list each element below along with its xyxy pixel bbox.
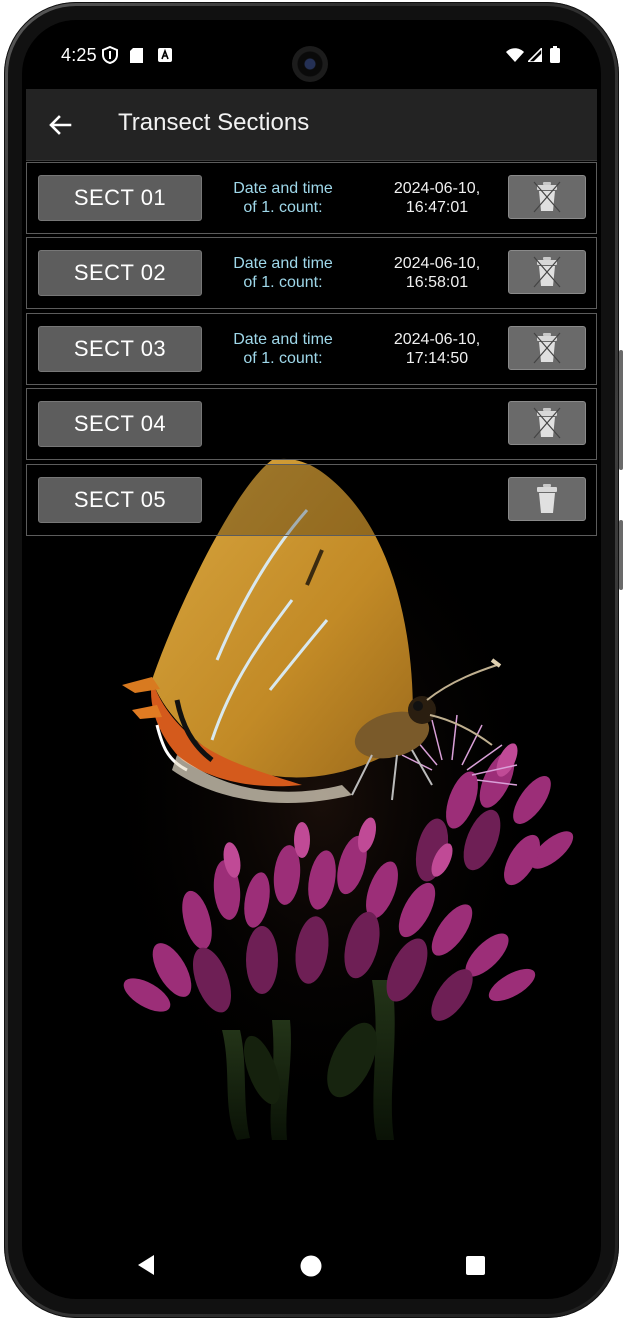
section-row: SECT 05 — [26, 464, 597, 536]
app-bar: Transect Sections — [26, 89, 597, 161]
recents-square-icon[interactable] — [466, 1256, 485, 1275]
first-count-label: Date and time of 1. count: — [223, 254, 343, 292]
arrow-left-icon[interactable] — [46, 111, 74, 139]
home-circle-icon[interactable] — [300, 1255, 322, 1277]
count-date: 2024-06-10, — [393, 331, 481, 348]
first-count-label: Date and time of 1. count: — [223, 179, 343, 217]
label-line-2: of 1. count: — [243, 199, 323, 216]
count-time: 16:58:01 — [405, 274, 469, 291]
screen: 4:25 Transect Sections SECT 01 Date and … — [22, 20, 601, 1299]
back-triangle-icon[interactable] — [136, 1254, 156, 1276]
section-button[interactable]: SECT 02 — [38, 250, 202, 296]
first-count-label: Date and time of 1. count: — [223, 330, 343, 368]
label-line-1: Date and time — [233, 331, 333, 348]
first-count-datetime: 2024-06-10, 16:47:01 — [377, 179, 497, 217]
page-title: Transect Sections — [118, 109, 310, 136]
wifi-icon — [506, 48, 524, 62]
cellular-signal-icon — [528, 48, 542, 62]
trash-icon — [533, 407, 561, 439]
sd-card-icon — [130, 48, 143, 63]
section-row: SECT 02 Date and time of 1. count: 2024-06-… — [26, 237, 597, 309]
trash-icon — [537, 484, 557, 513]
count-time: 16:47:01 — [405, 199, 469, 216]
trash-icon — [533, 256, 561, 288]
navigation-bar — [22, 1248, 601, 1288]
delete-section-button[interactable] — [508, 250, 586, 294]
section-button[interactable]: SECT 01 — [38, 175, 202, 221]
label-line-2: of 1. count: — [243, 274, 323, 291]
section-row: SECT 04 — [26, 388, 597, 460]
power-button — [619, 520, 623, 590]
trash-icon — [533, 332, 561, 364]
first-count-datetime: 2024-06-10, 17:14:50 — [377, 330, 497, 368]
a-badge-icon — [158, 48, 172, 62]
label-line-1: Date and time — [233, 255, 333, 272]
battery-icon — [550, 46, 560, 63]
delete-section-button[interactable] — [508, 401, 586, 445]
label-line-1: Date and time — [233, 180, 333, 197]
count-date: 2024-06-10, — [393, 180, 481, 197]
section-button[interactable]: SECT 05 — [38, 477, 202, 523]
delete-section-button[interactable] — [508, 175, 586, 219]
section-row: SECT 03 Date and time of 1. count: 2024-06-… — [26, 313, 597, 385]
front-camera — [292, 46, 328, 82]
section-button[interactable]: SECT 03 — [38, 326, 202, 372]
delete-section-button[interactable] — [508, 477, 586, 521]
status-bar: 4:25 — [22, 20, 601, 92]
count-time: 17:14:50 — [405, 350, 469, 367]
trash-icon — [533, 181, 561, 213]
first-count-datetime: 2024-06-10, 16:58:01 — [377, 254, 497, 292]
delete-section-button[interactable] — [508, 326, 586, 370]
section-row: SECT 01 Date and time of 1. count: 2024-06-… — [26, 162, 597, 234]
shield-icon — [102, 46, 118, 64]
section-button[interactable]: SECT 04 — [38, 401, 202, 447]
volume-button — [619, 350, 623, 470]
label-line-2: of 1. count: — [243, 350, 323, 367]
count-date: 2024-06-10, — [393, 255, 481, 272]
status-time: 4:25 — [61, 45, 97, 65]
